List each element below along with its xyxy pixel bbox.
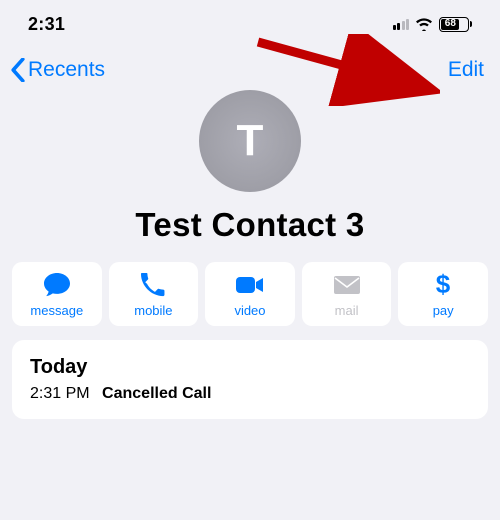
status-indicators: 68 bbox=[393, 17, 473, 32]
mobile-button[interactable]: mobile bbox=[109, 262, 199, 326]
video-icon bbox=[235, 271, 265, 299]
mobile-label: mobile bbox=[134, 303, 172, 318]
pay-label: pay bbox=[433, 303, 454, 318]
message-label: message bbox=[30, 303, 83, 318]
avatar[interactable]: T bbox=[199, 90, 301, 192]
video-label: video bbox=[234, 303, 265, 318]
avatar-container: T bbox=[0, 90, 500, 192]
mail-icon bbox=[333, 271, 361, 299]
action-row: message mobile video mail $ pay bbox=[0, 244, 500, 336]
mail-label: mail bbox=[335, 303, 359, 318]
call-label: Cancelled Call bbox=[102, 385, 211, 402]
back-button[interactable]: Recents bbox=[10, 58, 105, 82]
pay-button[interactable]: $ pay bbox=[398, 262, 488, 326]
status-time: 2:31 bbox=[28, 14, 65, 35]
chevron-left-icon bbox=[10, 58, 26, 82]
battery-level: 68 bbox=[444, 19, 456, 29]
back-label: Recents bbox=[28, 58, 105, 82]
history-heading: Today bbox=[30, 356, 470, 379]
phone-icon bbox=[141, 271, 165, 299]
call-entry: 2:31 PM Cancelled Call bbox=[30, 385, 470, 403]
edit-button[interactable]: Edit bbox=[448, 58, 484, 82]
mail-button: mail bbox=[302, 262, 392, 326]
dollar-icon: $ bbox=[435, 271, 451, 299]
svg-text:$: $ bbox=[436, 272, 451, 298]
nav-bar: Recents Edit bbox=[0, 44, 500, 88]
message-icon bbox=[42, 271, 72, 299]
video-button[interactable]: video bbox=[205, 262, 295, 326]
call-time: 2:31 PM bbox=[30, 385, 90, 402]
call-history-card[interactable]: Today 2:31 PM Cancelled Call bbox=[12, 340, 488, 419]
cellular-icon bbox=[393, 18, 410, 30]
contact-name: Test Contact 3 bbox=[0, 206, 500, 244]
battery-icon: 68 bbox=[439, 17, 472, 32]
wifi-icon bbox=[414, 17, 434, 31]
avatar-initial: T bbox=[237, 116, 264, 166]
message-button[interactable]: message bbox=[12, 262, 102, 326]
status-bar: 2:31 68 bbox=[0, 0, 500, 44]
